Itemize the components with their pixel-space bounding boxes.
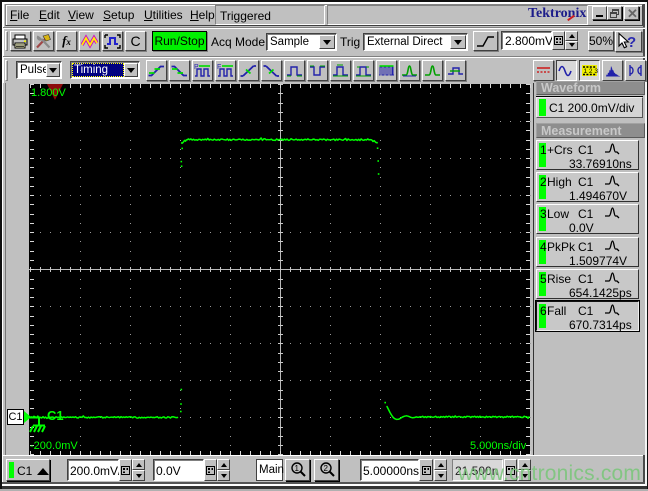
- svg-text:1: 1: [294, 464, 299, 473]
- svg-text:2: 2: [323, 464, 328, 473]
